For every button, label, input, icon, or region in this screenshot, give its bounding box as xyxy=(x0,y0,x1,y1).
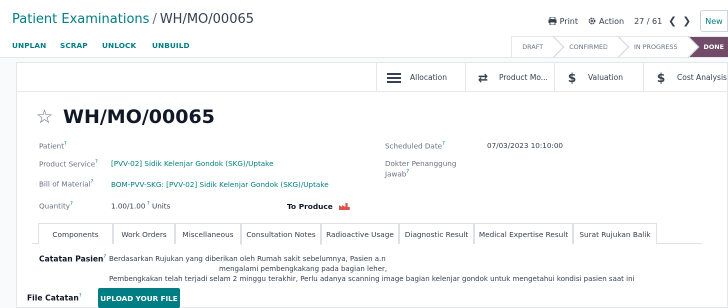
tab-radioactive-usage[interactable]: Radioactive Usage xyxy=(321,223,399,244)
pager-next-icon[interactable]: ❯ xyxy=(683,16,691,27)
list-icon xyxy=(387,72,401,83)
tab-miscellaneous[interactable]: Miscellaneous xyxy=(175,223,241,244)
tab-surat-rujukan-balik[interactable]: Surat Rujukan Balik xyxy=(573,223,657,244)
tab-components[interactable]: Components xyxy=(38,223,113,244)
breadcrumb-parent-link[interactable]: Patient Examinations xyxy=(12,12,149,27)
doctor-label-cont: Jawab? xyxy=(385,169,410,179)
new-button[interactable]: New xyxy=(700,10,728,32)
patient-label: Patient? xyxy=(39,141,67,151)
statusbar: UNPLAN SCRAP UNLOCK UNBUILD DRAFT CONFIR… xyxy=(0,36,728,58)
unbuild-button[interactable]: UNBUILD xyxy=(152,41,190,50)
valuation-smart-button[interactable]: $ Valuation xyxy=(554,63,643,92)
stage-in-progress[interactable]: IN PROGRESS xyxy=(619,36,690,58)
breadcrumb: Patient Examinations / WH/MO/00065 xyxy=(12,12,254,27)
factory-icon xyxy=(338,203,350,210)
file-label: File Catatan? xyxy=(27,293,82,303)
action-label: Action xyxy=(599,16,625,26)
bill-of-material-link[interactable]: BOM-PVV-SKG: [PVV-02] Sidik Kelenjar Gon… xyxy=(111,180,329,189)
favorite-star-icon[interactable]: ☆ xyxy=(36,106,53,128)
valuation-label: Valuation xyxy=(588,73,623,82)
scheduled-date-field[interactable]: 07/03/2023 10:10:00 xyxy=(487,141,563,150)
gear-icon xyxy=(588,17,596,25)
bill-of-material-label: Bill of Material? xyxy=(39,179,94,189)
product-moves-smart-button[interactable]: ⇄ Product Mo... xyxy=(465,63,554,92)
quantity-label: Quantity? xyxy=(39,201,73,211)
pager-value[interactable]: 27 / 61 xyxy=(634,17,662,26)
product-service-link[interactable]: [PVV-02] Sidik Kelenjar Gondok (SKG)/Upt… xyxy=(111,159,274,168)
dollar-icon: $ xyxy=(656,70,666,85)
notebook-tabs: Components Work Orders Miscellaneous Con… xyxy=(32,223,702,245)
smart-buttons: Allocation ⇄ Product Mo... $ Valuation $… xyxy=(17,63,728,92)
stage-draft[interactable]: DRAFT xyxy=(511,36,556,58)
doctor-label: Dokter Penanggung xyxy=(385,159,457,168)
action-button[interactable]: Action xyxy=(588,17,624,26)
pager: 27 / 61 ❮ ❯ xyxy=(634,16,694,27)
tab-work-orders[interactable]: Work Orders xyxy=(113,223,175,244)
tab-medical-expertise-result[interactable]: Medical Expertise Result xyxy=(474,223,573,244)
product-moves-label: Product Mo... xyxy=(499,73,548,82)
notes-field[interactable]: Berdasarkan Rujukan yang diberikan oleh … xyxy=(109,254,709,284)
control-panel-actions: Print Action 27 / 61 ❮ ❯ New xyxy=(548,10,728,32)
upload-file-button[interactable]: UPLOAD YOUR FILE xyxy=(98,288,180,308)
quantity-value: 1.00/1.00 ? Units xyxy=(111,201,171,211)
cost-analysis-smart-button[interactable]: $ Cost Analysis xyxy=(643,63,728,92)
notes-line-1: Berdasarkan Rujukan yang diberikan oleh … xyxy=(109,255,388,273)
notes-line-2: Pembengkakan telah terjadi selam 2 mingg… xyxy=(109,275,635,283)
pager-previous-icon[interactable]: ❮ xyxy=(668,16,676,27)
product-service-label: Product Service? xyxy=(39,159,98,169)
tab-diagnostic-result[interactable]: Diagnostic Result xyxy=(399,223,474,244)
print-button[interactable]: Print xyxy=(548,17,578,26)
stage-pipeline: DRAFT CONFIRMED IN PROGRESS DONE xyxy=(511,36,728,58)
breadcrumb-separator: / xyxy=(152,12,157,27)
record-title: WH/MO/00065 xyxy=(63,106,215,128)
dollar-icon: $ xyxy=(567,70,577,85)
allocation-label: Allocation xyxy=(410,73,447,82)
scheduled-date-label: Scheduled Date? xyxy=(385,141,445,151)
unplan-button[interactable]: UNPLAN xyxy=(12,41,46,50)
print-label: Print xyxy=(559,16,579,26)
to-produce-label: To Produce xyxy=(287,202,350,211)
form-sheet: Allocation ⇄ Product Mo... $ Valuation $… xyxy=(16,62,728,308)
print-icon xyxy=(548,17,557,25)
unlock-button[interactable]: UNLOCK xyxy=(102,41,136,50)
tab-consultation-notes[interactable]: Consultation Notes xyxy=(241,223,321,245)
control-panel: Patient Examinations / WH/MO/00065 Print A… xyxy=(0,0,728,58)
allocation-smart-button[interactable]: Allocation xyxy=(376,63,465,92)
notes-label: Catatan Pasien? xyxy=(39,254,107,264)
exchange-icon: ⇄ xyxy=(477,70,489,85)
scrap-button[interactable]: SCRAP xyxy=(60,41,88,50)
stage-confirmed[interactable]: CONFIRMED xyxy=(555,36,620,58)
cost-analysis-label: Cost Analysis xyxy=(677,73,727,82)
breadcrumb-current: WH/MO/00065 xyxy=(159,12,255,27)
